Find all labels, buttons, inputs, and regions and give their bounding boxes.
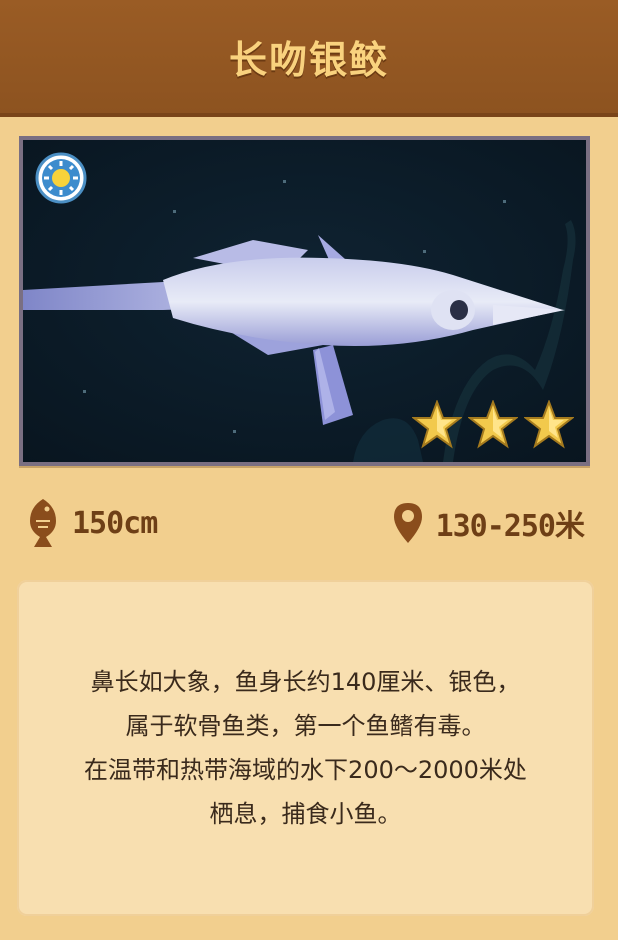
fish-image-frame [19,136,590,466]
card-header: 长吻银鲛 [0,0,618,117]
length-value: 150cm [72,505,158,541]
fish-card: 长吻银鲛 150cm 130-250米 鼻长如大象，鱼身长约140厘米、银色， … [0,0,618,940]
map-pin-icon [393,503,422,543]
description-line: 属于软骨鱼类，第一个鱼鳍有毒。 [125,712,486,740]
fish-name-title: 长吻银鲛 [228,38,389,82]
description-line: 栖息，捕食小鱼。 [209,800,402,828]
description-line: 鼻长如大象，鱼身长约140厘米、银色， [90,668,521,696]
description-line: 在温带和热带海域的水下200～2000米处 [84,756,527,784]
depth-stat: 130-250米 [392,488,585,558]
star-icon [524,400,574,449]
description-box: 鼻长如大象，鱼身长约140厘米、银色， 属于软骨鱼类，第一个鱼鳍有毒。 在温带和… [17,580,594,916]
star-icon [412,400,462,449]
star-icon [468,400,518,449]
sun-clock-icon [35,152,87,204]
rarity-stars [412,400,574,450]
fish-silhouette-icon [30,499,56,547]
length-stat: 150cm [26,488,158,558]
depth-value: 130-250米 [435,509,585,544]
fish-stats: 150cm 130-250米 [0,488,618,558]
fish-image [23,140,586,462]
